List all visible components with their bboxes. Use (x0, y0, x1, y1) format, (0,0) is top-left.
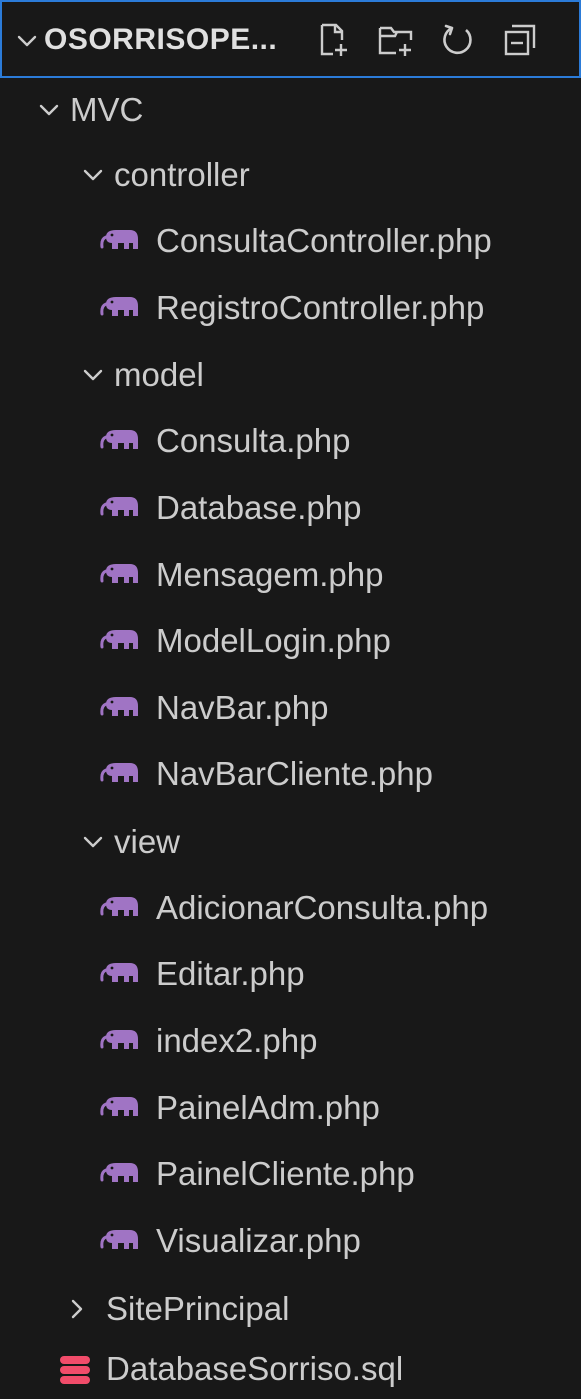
tree-file-row[interactable]: Visualizar.php (0, 1212, 581, 1272)
new-file-button[interactable] (314, 20, 354, 60)
tree-folder-label: model (114, 356, 204, 393)
tree-file-row[interactable]: PainelAdm.php (0, 1079, 581, 1139)
tree-folder-siteprincipal[interactable]: SitePrincipal (0, 1279, 581, 1339)
tree-folder-label: controller (114, 156, 250, 193)
new-folder-button[interactable] (376, 20, 416, 60)
php-elephant-icon (100, 430, 138, 449)
tree-folder-model[interactable]: model (0, 345, 581, 405)
tree-file-row[interactable]: AdicionarConsulta.php (0, 879, 581, 939)
tree-file-row[interactable]: Consulta.php (0, 412, 581, 472)
php-elephant-icon (100, 1230, 138, 1249)
tree-folder-controller[interactable]: controller (0, 145, 581, 205)
tree-file-row[interactable]: ModelLogin.php (0, 612, 581, 672)
php-elephant-icon (100, 564, 138, 583)
tree-file-row[interactable]: NavBar.php (0, 679, 581, 739)
tree-file-row[interactable]: DatabaseSorriso.sql (0, 1339, 581, 1399)
tree-file-row[interactable]: Mensagem.php (0, 546, 581, 606)
php-elephant-icon (100, 897, 138, 916)
tree-file-label: Database.php (156, 489, 362, 526)
database-icon (60, 1356, 90, 1384)
php-elephant-icon (100, 1030, 138, 1049)
new-folder-icon (378, 26, 413, 56)
tree-file-label: Consulta.php (156, 422, 351, 459)
tree-file-row[interactable]: Database.php (0, 479, 581, 539)
php-elephant-icon (100, 763, 138, 782)
php-elephant-icon (100, 697, 138, 716)
collapse-all-icon (504, 24, 536, 56)
php-elephant-icon (100, 497, 138, 516)
tree-file-row[interactable]: RegistroController.php (0, 279, 581, 339)
explorer-panel: OSORRISOPE... MVC controller ConsultaCon… (0, 0, 581, 1399)
php-elephant-icon (100, 230, 138, 249)
refresh-icon (443, 24, 472, 55)
tree-folder-view[interactable]: view (0, 812, 581, 872)
php-elephant-icon (100, 297, 138, 316)
chevron-down-icon[interactable] (38, 99, 60, 121)
php-elephant-icon (100, 963, 138, 982)
tree-folder-mvc[interactable]: MVC (0, 80, 581, 140)
tree-folder-label: SitePrincipal (106, 1290, 290, 1327)
tree-folder-label: view (114, 823, 181, 860)
explorer-title[interactable]: OSORRISOPE... (44, 22, 277, 58)
tree-file-label: Mensagem.php (156, 556, 384, 593)
tree-file-label: AdicionarConsulta.php (156, 889, 489, 926)
tree-file-label: PainelAdm.php (156, 1089, 380, 1126)
tree-file-row[interactable]: NavBarCliente.php (0, 745, 581, 805)
chevron-down-icon[interactable] (82, 831, 104, 853)
tree-file-label: Visualizar.php (156, 1222, 361, 1259)
explorer-actions (314, 20, 540, 60)
chevron-down-icon[interactable] (82, 164, 104, 186)
tree-file-label: DatabaseSorriso.sql (106, 1350, 404, 1387)
tree-file-label: Editar.php (156, 955, 305, 992)
php-elephant-icon (100, 630, 138, 649)
tree-file-label: RegistroController.php (156, 289, 485, 326)
tree-file-row[interactable]: Editar.php (0, 945, 581, 1005)
collapse-all-button[interactable] (500, 20, 540, 60)
tree-file-row[interactable]: ConsultaController.php (0, 212, 581, 272)
php-elephant-icon (100, 1097, 138, 1116)
chevron-down-icon[interactable] (82, 364, 104, 386)
chevron-down-icon[interactable] (16, 30, 38, 52)
new-file-icon (320, 23, 347, 56)
tree-file-label: index2.php (156, 1022, 318, 1059)
tree-folder-label: MVC (70, 91, 144, 128)
tree-file-label: ModelLogin.php (156, 622, 391, 659)
tree-file-row[interactable]: PainelCliente.php (0, 1145, 581, 1205)
php-elephant-icon (100, 1163, 138, 1182)
tree-file-label: PainelCliente.php (156, 1155, 415, 1192)
tree-file-label: NavBarCliente.php (156, 755, 433, 792)
chevron-right-icon[interactable] (66, 1298, 88, 1320)
tree-file-label: NavBar.php (156, 689, 329, 726)
refresh-button[interactable] (438, 20, 478, 60)
tree-file-label: ConsultaController.php (156, 222, 492, 259)
tree-file-row[interactable]: index2.php (0, 1012, 581, 1072)
explorer-header[interactable]: OSORRISOPE... (0, 0, 581, 78)
